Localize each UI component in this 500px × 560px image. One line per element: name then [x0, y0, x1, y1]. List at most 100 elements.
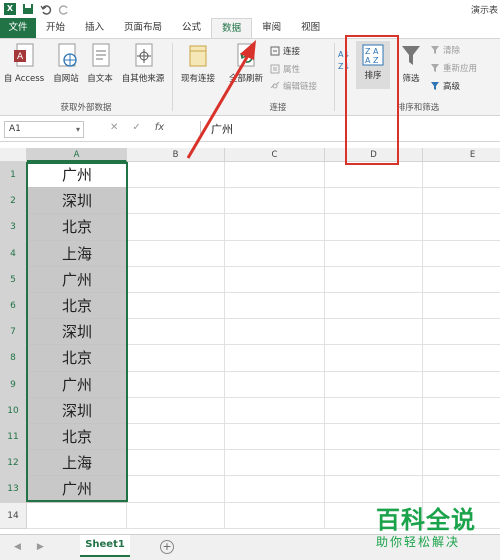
from-access-button[interactable]: A 自 Access — [2, 43, 46, 84]
cell[interactable] — [423, 424, 500, 451]
row-header[interactable]: 2 — [0, 188, 27, 215]
undo-icon[interactable] — [40, 3, 52, 15]
advanced-button[interactable]: 高级 — [430, 80, 460, 92]
reapply-button[interactable]: 重新应用 — [430, 62, 477, 74]
cell[interactable] — [423, 319, 500, 346]
cell[interactable] — [127, 214, 225, 241]
name-box[interactable]: A1 ▾ — [4, 121, 84, 138]
cell[interactable] — [127, 240, 225, 267]
cell-a[interactable]: 北京 — [27, 345, 127, 372]
row-header[interactable]: 6 — [0, 293, 27, 320]
cell[interactable] — [127, 293, 225, 320]
cell[interactable] — [225, 240, 325, 267]
select-all-corner[interactable] — [0, 148, 27, 162]
from-other-sources-button[interactable]: 自其他来源 — [118, 43, 168, 84]
cell[interactable] — [127, 266, 225, 293]
cell[interactable] — [225, 502, 325, 529]
cell[interactable] — [225, 319, 325, 346]
column-header-e[interactable]: E — [423, 148, 500, 162]
cell[interactable] — [325, 450, 423, 477]
cell[interactable] — [423, 450, 500, 477]
prev-sheet-icon[interactable]: ◀ — [14, 542, 21, 552]
cell[interactable] — [127, 450, 225, 477]
enter-icon[interactable]: ✓ — [132, 122, 140, 133]
cell-a[interactable]: 广州 — [27, 476, 127, 503]
cell-a[interactable]: 上海 — [27, 450, 127, 477]
refresh-all-button[interactable]: 全部刷新 — [224, 43, 268, 84]
existing-connections-button[interactable]: 现有连接 — [176, 43, 220, 84]
cell[interactable] — [127, 345, 225, 372]
cell-a[interactable]: 北京 — [27, 424, 127, 451]
cell[interactable] — [325, 424, 423, 451]
row-header[interactable]: 14 — [0, 502, 27, 529]
cell[interactable] — [325, 188, 423, 215]
cell[interactable] — [325, 345, 423, 372]
row-header[interactable]: 11 — [0, 424, 27, 451]
fx-icon[interactable]: fx — [155, 122, 164, 133]
redo-icon[interactable] — [58, 3, 70, 15]
row-header[interactable]: 13 — [0, 476, 27, 503]
cell[interactable] — [423, 476, 500, 503]
cell[interactable] — [423, 241, 500, 267]
tab-formulas[interactable]: 公式 — [172, 18, 211, 38]
tab-home[interactable]: 开始 — [36, 18, 75, 38]
cell[interactable] — [225, 293, 325, 320]
row-header[interactable]: 8 — [0, 345, 27, 372]
cell[interactable] — [225, 162, 325, 189]
cell[interactable] — [423, 345, 500, 372]
row-header[interactable]: 1 — [0, 162, 27, 189]
cell[interactable] — [325, 214, 423, 241]
cell[interactable] — [423, 398, 500, 424]
next-sheet-icon[interactable]: ▶ — [37, 542, 44, 552]
cell[interactable] — [127, 162, 225, 189]
row-header[interactable]: 4 — [0, 240, 27, 267]
cell[interactable] — [225, 424, 325, 451]
cell-a[interactable]: 广州 — [27, 162, 127, 189]
save-icon[interactable] — [22, 3, 34, 15]
cell[interactable] — [225, 345, 325, 372]
cell[interactable] — [225, 450, 325, 477]
cell[interactable] — [127, 371, 225, 398]
from-web-button[interactable]: 自网站 — [50, 43, 82, 84]
cell[interactable] — [423, 214, 500, 241]
filter-button[interactable]: 筛选 — [396, 43, 426, 84]
tab-view[interactable]: 视图 — [291, 18, 330, 38]
cell[interactable] — [423, 293, 500, 320]
cell[interactable] — [325, 266, 423, 293]
cell[interactable] — [423, 372, 500, 398]
cell[interactable] — [325, 319, 423, 346]
connections-button[interactable]: 连接 — [270, 45, 300, 57]
cell[interactable] — [325, 162, 423, 189]
cell[interactable] — [325, 371, 423, 398]
sheet-tab-sheet1[interactable]: Sheet1 — [80, 535, 130, 557]
row-header[interactable]: 5 — [0, 266, 27, 293]
tab-data[interactable]: 数据 — [211, 18, 253, 38]
tab-insert[interactable]: 插入 — [75, 18, 114, 38]
row-header[interactable]: 9 — [0, 371, 27, 398]
cell[interactable] — [423, 162, 500, 189]
clear-button[interactable]: 清除 — [430, 44, 460, 56]
from-text-button[interactable]: 自文本 — [84, 43, 116, 84]
cell[interactable] — [127, 188, 225, 215]
worksheet-grid[interactable]: A B C D E 1 广州 2 深圳 3 北京 4 上海 5 广州 6 北京 7 深圳 8 北京 9 广州 10 深… — [0, 148, 500, 534]
cell[interactable] — [225, 397, 325, 424]
properties-button[interactable]: 属性 — [270, 63, 300, 75]
row-header[interactable]: 3 — [0, 214, 27, 241]
add-sheet-icon[interactable]: + — [160, 540, 174, 554]
cell-a[interactable]: 上海 — [27, 240, 127, 267]
cell-a[interactable]: 北京 — [27, 214, 127, 241]
tab-review[interactable]: 审阅 — [252, 18, 291, 38]
cell-a[interactable]: 北京 — [27, 293, 127, 320]
cell[interactable] — [423, 267, 500, 293]
cell[interactable] — [127, 319, 225, 346]
row-header[interactable]: 10 — [0, 397, 27, 424]
cell[interactable] — [325, 397, 423, 424]
cell[interactable] — [225, 266, 325, 293]
column-header-b[interactable]: B — [127, 148, 225, 162]
cell-a[interactable]: 深圳 — [27, 319, 127, 346]
tab-file[interactable]: 文件 — [0, 18, 36, 38]
cell-a[interactable]: 广州 — [27, 371, 127, 398]
column-header-a[interactable]: A — [27, 148, 127, 162]
cell[interactable] — [325, 240, 423, 267]
cell[interactable] — [225, 476, 325, 503]
